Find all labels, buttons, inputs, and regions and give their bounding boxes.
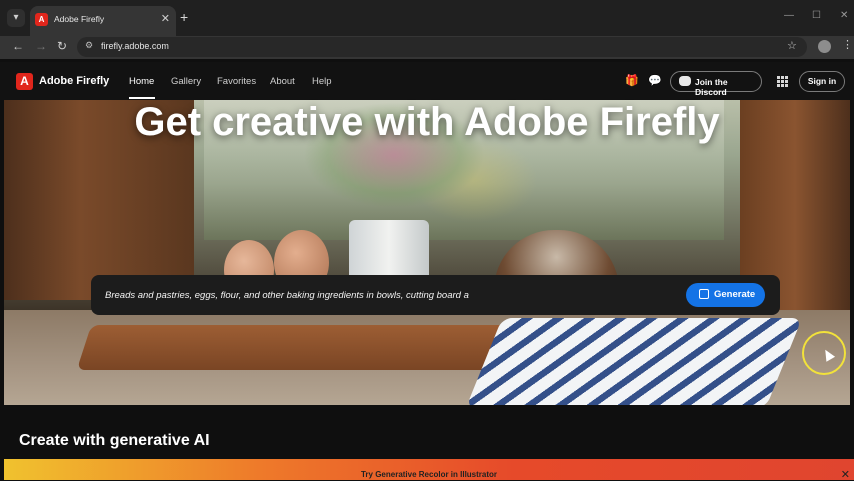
reload-icon[interactable]: ↻ (57, 39, 67, 53)
active-nav-underline (129, 97, 155, 99)
adobe-favicon-icon: A (35, 13, 48, 26)
nav-favorites[interactable]: Favorites (217, 76, 256, 87)
nav-help[interactable]: Help (312, 76, 332, 87)
promo-banner[interactable]: Try Generative Recolor in Illustrator ✕ (4, 459, 854, 481)
browser-tab-strip: ▾ A Adobe Firefly ✕ + — ☐ ✕ (0, 0, 854, 36)
close-tab-icon[interactable]: ✕ (161, 12, 170, 25)
site-info-icon[interactable]: ⚙ (85, 40, 93, 51)
url-text[interactable]: firefly.adobe.com (101, 41, 169, 51)
browser-toolbar: ← → ↻ ⚙ firefly.adobe.com ☆ ⋮ (0, 36, 854, 59)
section-title: Create with generative AI (19, 432, 210, 449)
new-tab-icon[interactable]: + (180, 10, 188, 24)
striped-cloth (465, 318, 803, 405)
address-bar[interactable]: ⚙ firefly.adobe.com (77, 37, 807, 57)
brand-name[interactable]: Adobe Firefly (39, 75, 109, 87)
gift-icon[interactable]: 🎁 (625, 74, 639, 87)
maximize-icon[interactable]: ☐ (812, 10, 821, 21)
browser-tab[interactable]: A Adobe Firefly ✕ (30, 6, 176, 36)
apps-grid-icon[interactable] (777, 76, 788, 87)
nav-gallery[interactable]: Gallery (171, 76, 201, 87)
browser-menu-icon[interactable]: ⋮ (842, 38, 853, 51)
promo-text[interactable]: Try Generative Recolor in Illustrator (4, 470, 854, 479)
generate-label: Generate (714, 289, 756, 300)
prompt-input[interactable] (105, 287, 665, 303)
hero-image (4, 100, 850, 405)
bookmark-star-icon[interactable]: ☆ (787, 39, 797, 52)
prompt-bar: Generate (91, 275, 780, 315)
forward-icon[interactable]: → (35, 39, 47, 53)
close-window-icon[interactable]: ✕ (840, 10, 848, 21)
feedback-icon[interactable]: 💬 (648, 74, 662, 87)
tab-search-icon[interactable]: ▾ (7, 9, 25, 27)
tab-title: Adobe Firefly (54, 14, 105, 24)
adobe-logo-icon[interactable]: A (16, 73, 33, 90)
join-discord-button[interactable]: Join the Discord (670, 71, 762, 97)
site-header: A Adobe Firefly Home Gallery Favorites A… (0, 62, 854, 100)
profile-avatar[interactable] (818, 40, 831, 53)
discord-icon (679, 76, 691, 86)
back-icon[interactable]: ← (12, 39, 24, 53)
generate-icon (699, 289, 709, 299)
promo-close-icon[interactable]: ✕ (841, 468, 850, 481)
minimize-icon[interactable]: — (784, 10, 794, 21)
generate-button[interactable]: Generate (686, 283, 765, 307)
nav-about[interactable]: About (270, 76, 295, 87)
discord-label: Join the Discord (695, 77, 728, 97)
sign-in-button[interactable]: Sign in (799, 71, 845, 92)
hero-title: Get creative with Adobe Firefly (134, 100, 720, 144)
nav-home[interactable]: Home (129, 76, 154, 87)
